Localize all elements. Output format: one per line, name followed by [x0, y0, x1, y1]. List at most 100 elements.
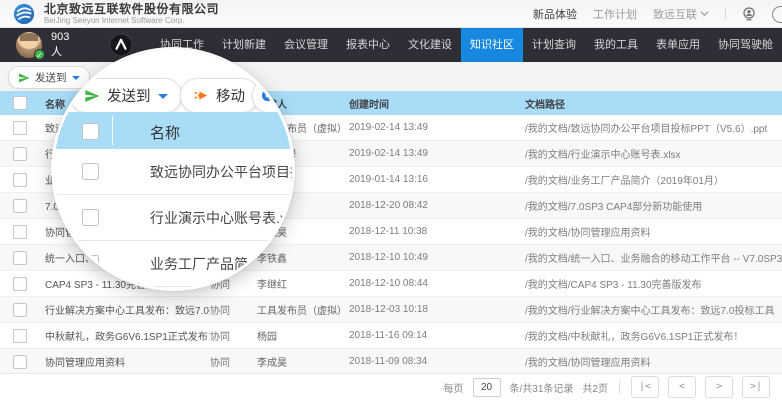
top-link-work-plan[interactable]: 工作计划 — [593, 6, 637, 22]
doc-created: 2018-12-11 10:38 — [346, 226, 522, 237]
table-row[interactable]: 协同管理应用资料协同李成昊2018-11-09 08:34/我的文档/协同管理应… — [0, 349, 782, 373]
magnified-table-header: 名称 — [54, 112, 292, 149]
doc-name: 致远协同办公平台项目投标PP — [150, 162, 292, 182]
doc-path: /我的文档/CAP4 SP3 - 11.30完善版发布 — [522, 276, 782, 291]
row-checkbox[interactable] — [82, 255, 99, 272]
doc-created: 2019-02-14 13:49 — [346, 122, 522, 133]
navbar-item-6[interactable]: 知识社区 — [461, 28, 523, 62]
pager-divider — [619, 381, 620, 394]
row-checkbox[interactable] — [13, 173, 27, 187]
navbar-item-3[interactable]: 会议管理 — [275, 28, 337, 62]
per-page-label: 每页 — [444, 380, 464, 395]
row-checkbox[interactable] — [13, 277, 27, 291]
top-link-new-experience[interactable]: 新品体验 — [533, 6, 577, 22]
doc-created: 2019-02-14 13:49 — [346, 148, 522, 159]
magnified-select-all-checkbox[interactable] — [82, 123, 99, 140]
select-all-checkbox[interactable] — [13, 96, 27, 110]
navbar-item-10[interactable]: 协同驾驶舱 — [709, 28, 782, 62]
doc-name[interactable]: 行业解决方案中心工具发布：致远7.0投标工具 — [40, 302, 210, 317]
company-name: 北京致远互联软件股份有限公司 — [44, 3, 219, 15]
row-checkbox[interactable] — [13, 329, 27, 343]
doc-path: /我的文档/致远协同办公平台项目投标PPT（V5.6）.ppt — [522, 120, 782, 135]
company-name-en: BeiJing Seeyon Internet Software Corp. — [44, 17, 219, 25]
col-header-created: 创建时间 — [346, 96, 522, 111]
doc-created: 2019-01-14 13:16 — [346, 174, 522, 185]
doc-created: 2018-12-03 10:18 — [346, 304, 522, 315]
magnified-table-row[interactable]: 行业演示中心账号表.xlsx — [54, 195, 292, 241]
magnified-send-to-label: 发送到 — [107, 85, 151, 106]
online-check-badge: ✓ — [34, 49, 45, 60]
send-to-label: 发送到 — [35, 70, 67, 85]
doc-path: /我的文档/7.0SP3 CAP4部分新功能使用 — [522, 198, 782, 213]
header-edge-icon[interactable] — [772, 6, 782, 23]
seeyon-logo-icon — [13, 3, 35, 25]
pagination-bar: 每页 20 条/共31条记录 共2页 |< < > >| — [0, 373, 782, 400]
navbar-item-5[interactable]: 文化建设 — [399, 28, 461, 62]
magnified-col-header-name: 名称 — [150, 122, 180, 143]
magnified-table-row[interactable]: 致远协同办公平台项目投标PP — [54, 149, 292, 195]
top-link-seeyon-label: 致远互联 — [653, 6, 697, 22]
doc-path: /我的文档/协同管理应用资料 — [522, 224, 782, 239]
send-caret-icon — [158, 94, 168, 104]
user-avatar[interactable]: ✓ — [16, 32, 42, 58]
row-checkbox[interactable] — [13, 121, 27, 135]
navbar-item-8[interactable]: 我的工具 — [585, 28, 647, 62]
doc-created: 2018-12-20 08:42 — [346, 200, 522, 211]
magnified-send-to-button[interactable]: 发送到 — [70, 78, 182, 113]
magnified-move-button[interactable]: 移动 — [180, 78, 259, 113]
user-pin-icon[interactable] — [742, 7, 756, 21]
member-count[interactable]: 903人 — [51, 31, 73, 59]
navbar-items: 协同工作计划新建会议管理报表中心文化建设知识社区计划查询我的工具表单应用协同驾驶… — [151, 28, 782, 62]
records-label: 条/共31条记录 — [510, 380, 574, 395]
doc-creator: 工具发布员（虚拟） — [257, 302, 346, 317]
doc-name[interactable]: 中秋献礼，政务G6V6.1SP1正式发布！ — [40, 328, 210, 343]
last-page-button[interactable]: >| — [742, 376, 770, 398]
doc-creator: 李成昊 — [257, 354, 346, 369]
magnified-partial-button[interactable] — [252, 78, 292, 113]
doc-path: /我的文档/行业演示中心账号表.xlsx — [522, 146, 782, 161]
doc-created: 2018-11-16 09:14 — [346, 330, 522, 341]
main-navbar: ✓ 903人 协同工作计划新建会议管理报表中心文化建设知识社区计划查询我的工具表… — [0, 28, 782, 62]
magnified-table-row[interactable]: 业务工厂产品简介（201 — [54, 241, 292, 287]
row-checkbox[interactable] — [13, 303, 27, 317]
navbar-item-9[interactable]: 表单应用 — [647, 28, 709, 62]
app-header: 北京致远互联软件股份有限公司 BeiJing Seeyon Internet S… — [0, 0, 782, 28]
company-name-block: 北京致远互联软件股份有限公司 BeiJing Seeyon Internet S… — [44, 3, 219, 25]
next-page-button[interactable]: > — [705, 376, 733, 398]
doc-name: 业务工厂产品简介（201 — [150, 254, 292, 274]
magnified-move-label: 移动 — [216, 85, 245, 106]
row-checkbox[interactable] — [13, 225, 27, 239]
row-checkbox[interactable] — [13, 355, 27, 369]
first-page-button[interactable]: |< — [631, 376, 659, 398]
doc-created: 2018-11-09 08:34 — [346, 356, 522, 367]
table-row[interactable]: 行业解决方案中心工具发布：致远7.0投标工具协同工具发布员（虚拟）2018-12… — [0, 297, 782, 323]
row-checkbox[interactable] — [82, 209, 99, 226]
doc-type: 协同 — [210, 302, 257, 317]
doc-created: 2018-12-10 08:44 — [346, 278, 522, 289]
total-pages-label: 共2页 — [582, 380, 608, 395]
navbar-item-2[interactable]: 计划新建 — [213, 28, 275, 62]
table-row[interactable]: 中秋献礼，政务G6V6.1SP1正式发布！协同杨园2018-11-16 09:1… — [0, 323, 782, 349]
header-divider — [112, 116, 113, 145]
per-page-input[interactable]: 20 — [473, 378, 501, 397]
top-link-seeyon[interactable]: 致远互联 — [653, 6, 709, 22]
row-checkbox[interactable] — [13, 251, 27, 265]
navbar-item-7[interactable]: 计划查询 — [523, 28, 585, 62]
doc-name: 行业演示中心账号表.xlsx — [150, 208, 292, 228]
doc-type: 协同 — [210, 328, 257, 343]
doc-name[interactable]: 协同管理应用资料 — [40, 354, 210, 369]
row-checkbox[interactable] — [82, 163, 99, 180]
navbar-item-4[interactable]: 报表中心 — [337, 28, 399, 62]
prev-page-button[interactable]: < — [668, 376, 696, 398]
row-checkbox[interactable] — [13, 199, 27, 213]
doc-created: 2018-12-10 10:49 — [346, 252, 522, 263]
seeyon-a-icon[interactable] — [109, 33, 133, 57]
doc-path: /我的文档/协同管理应用资料 — [522, 354, 782, 369]
doc-path: /我的文档/业务工厂产品简介（2019年01月） — [522, 172, 782, 187]
chevron-down-icon — [700, 10, 709, 17]
row-checkbox[interactable] — [13, 147, 27, 161]
send-icon — [18, 72, 30, 84]
doc-path: /我的文档/行业解决方案中心工具发布：致远7.0投标工具 — [522, 302, 782, 317]
doc-path: /我的文档/统一入口、业务融合的移动工作平台 -- V7.0SP3正式发布 — [522, 250, 782, 265]
magnifier-overlay: 发送到 移动 名称 致远协同办公平台项目投标PP 行业演示中心账号表.xlsx … — [54, 50, 292, 288]
